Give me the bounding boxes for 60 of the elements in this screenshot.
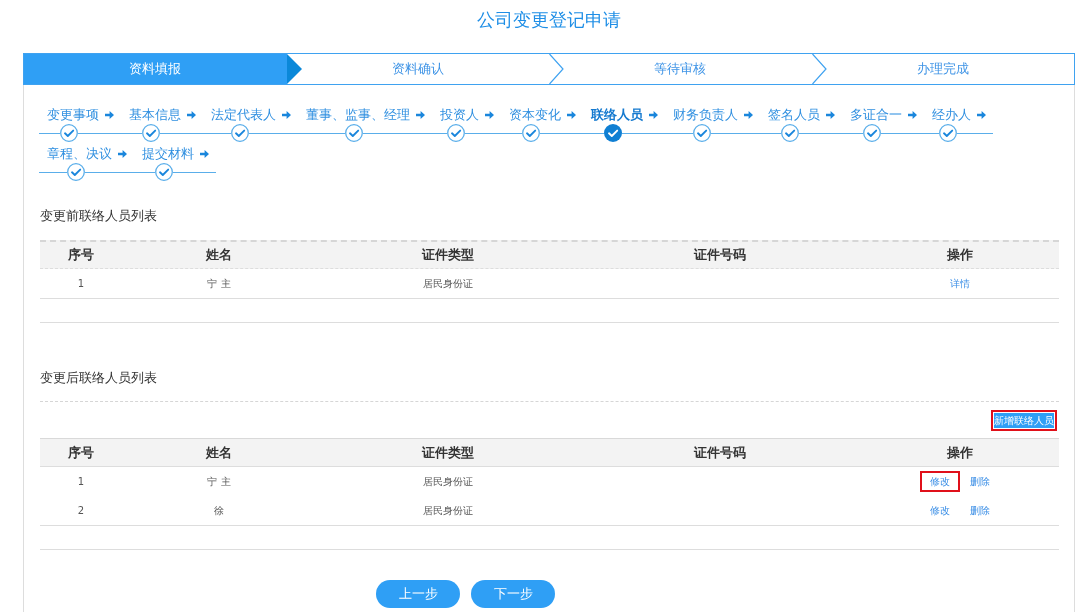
arrow-right-icon	[416, 111, 425, 119]
column-header: 序号	[68, 443, 94, 462]
table-cell: 居民身份证	[423, 475, 473, 488]
step-link[interactable]: 多证合一	[850, 106, 902, 124]
arrow-right-icon	[744, 111, 753, 119]
step-label: 资料确认	[391, 60, 444, 78]
step-link[interactable]: 联络人员	[591, 106, 643, 124]
step-link[interactable]: 资本变化	[509, 106, 561, 124]
table-cell: 1	[77, 475, 85, 488]
action-link[interactable]: 删除	[960, 471, 1000, 492]
column-header: 证件类型	[422, 443, 474, 462]
table-cell: 徐	[214, 504, 224, 517]
step-link[interactable]: 章程、决议	[47, 145, 112, 163]
step-link[interactable]: 提交材料	[142, 145, 194, 163]
nav-button[interactable]: 下一步	[471, 580, 555, 608]
column-header: 证件号码	[694, 246, 746, 264]
step-link[interactable]: 董事、监事、经理	[306, 106, 410, 124]
nav-button[interactable]: 上一步	[376, 580, 460, 608]
arrow-right-icon	[118, 150, 127, 158]
table-cell: 居民身份证	[423, 277, 473, 290]
arrow-right-icon	[826, 111, 835, 119]
step-link[interactable]: 投资人	[440, 106, 479, 124]
table-cell: 1	[77, 277, 85, 290]
section-title: 变更前联络人员列表	[40, 207, 158, 225]
arrow-right-icon	[485, 111, 494, 119]
add-contact-button[interactable]: 新增联络人员	[991, 410, 1057, 431]
step-link[interactable]: 经办人	[932, 106, 971, 124]
table-cell: 宁 主	[207, 277, 231, 290]
step-link[interactable]: 变更事项	[47, 106, 99, 124]
table-cell: 宁 主	[207, 475, 231, 488]
column-header: 操作	[947, 246, 973, 264]
step-label: 资料填报	[129, 60, 182, 78]
step-link[interactable]: 法定代表人	[211, 106, 276, 124]
step-link[interactable]: 财务负责人	[673, 106, 738, 124]
section-title: 变更后联络人员列表	[40, 369, 158, 387]
action-link[interactable]: 详情	[940, 273, 980, 294]
arrow-right-icon	[567, 111, 576, 119]
table-cell: 居民身份证	[423, 504, 473, 517]
step-label: 等待审核	[654, 60, 707, 78]
action-link[interactable]: 删除	[960, 500, 1000, 521]
step-link[interactable]: 基本信息	[129, 106, 181, 124]
column-header: 姓名	[206, 443, 232, 462]
page-title: 公司变更登记申请	[477, 9, 621, 31]
arrow-right-icon	[908, 111, 917, 119]
arrow-right-icon	[105, 111, 114, 119]
arrow-right-icon	[282, 111, 291, 119]
column-header: 序号	[68, 246, 94, 264]
column-header: 操作	[947, 443, 973, 462]
column-header: 姓名	[206, 246, 232, 264]
arrow-right-icon	[977, 111, 986, 119]
step-label: 办理完成	[916, 60, 969, 78]
arrow-right-icon	[200, 150, 209, 158]
column-header: 证件类型	[422, 246, 474, 264]
arrow-right-icon	[187, 111, 196, 119]
action-link[interactable]: 修改	[920, 471, 960, 492]
action-link[interactable]: 修改	[920, 500, 960, 521]
column-header: 证件号码	[694, 443, 746, 462]
step-link[interactable]: 签名人员	[768, 106, 820, 124]
arrow-right-icon	[649, 111, 658, 119]
table-cell: 2	[77, 504, 85, 517]
